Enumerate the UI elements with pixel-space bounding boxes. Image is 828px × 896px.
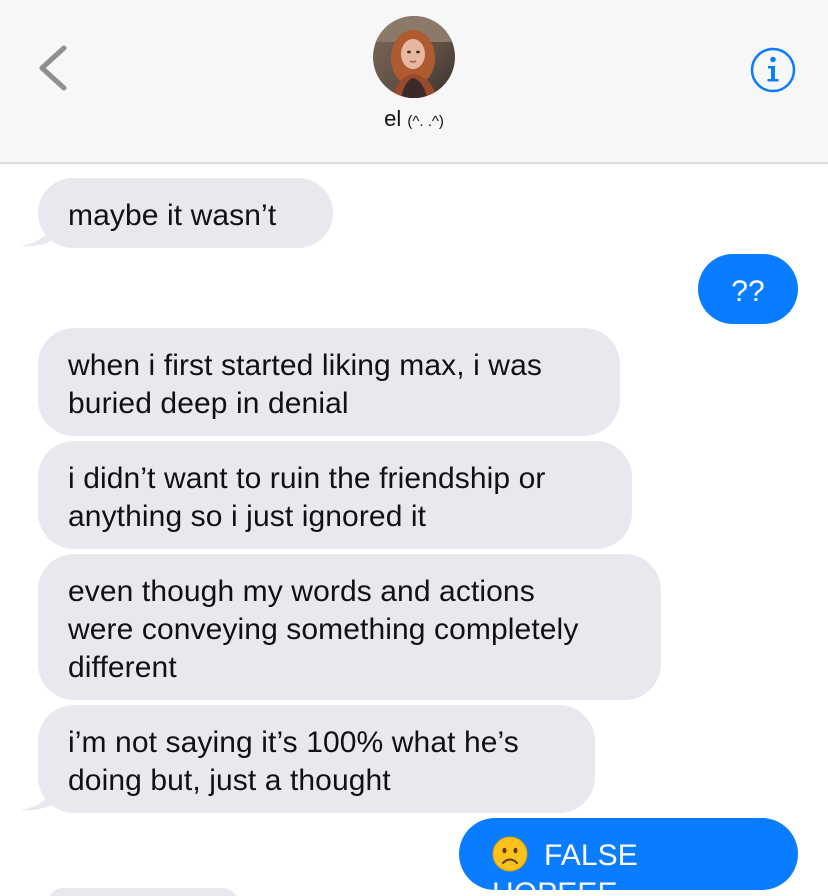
incoming-message[interactable]: i didn’t want to ruin the friendship or … [38, 441, 632, 549]
info-button[interactable] [748, 45, 798, 95]
outgoing-message[interactable]: ?? [698, 254, 798, 324]
incoming-message[interactable]: when i first started liking max, i was b… [38, 328, 620, 436]
messages-screen: el (^. .^) maybe it wasn’t ?? when i fir… [0, 0, 828, 896]
incoming-message-partial[interactable] [48, 888, 238, 896]
frowning-face-emoji-icon [492, 836, 528, 872]
contact-name[interactable]: el (^. .^) [300, 106, 528, 132]
message-line: different [68, 651, 177, 684]
message-line: buried deep in denial [68, 387, 349, 420]
chevron-left-icon [39, 45, 67, 91]
message-text: ?? [731, 275, 765, 308]
incoming-message[interactable]: even though my words and actions were co… [38, 554, 661, 700]
outgoing-message[interactable]: FALSE HOPEEE [459, 818, 798, 896]
info-circle-icon [750, 47, 796, 93]
message-line: even though my words and actions [68, 575, 535, 608]
message-line: were conveying something completely [68, 613, 579, 646]
contact-emoticon: (^. .^) [407, 113, 444, 130]
back-button[interactable] [28, 42, 78, 94]
message-text: maybe it wasn’t [68, 199, 277, 232]
message-line: anything so i just ignored it [68, 500, 427, 533]
message-line: when i first started liking max, i was [68, 349, 542, 382]
message-line: doing but, just a thought [68, 764, 391, 797]
message-line: i’m not saying it’s 100% what he’s [68, 726, 519, 759]
incoming-message[interactable]: maybe it wasn’t [38, 178, 333, 248]
incoming-message[interactable]: i’m not saying it’s 100% what he’s doing… [38, 705, 595, 813]
contact-name-text: el [384, 106, 402, 131]
message-line: i didn’t want to ruin the friendship or [68, 462, 546, 495]
conversation-header: el (^. .^) [0, 0, 828, 164]
contact-avatar[interactable] [373, 16, 455, 98]
